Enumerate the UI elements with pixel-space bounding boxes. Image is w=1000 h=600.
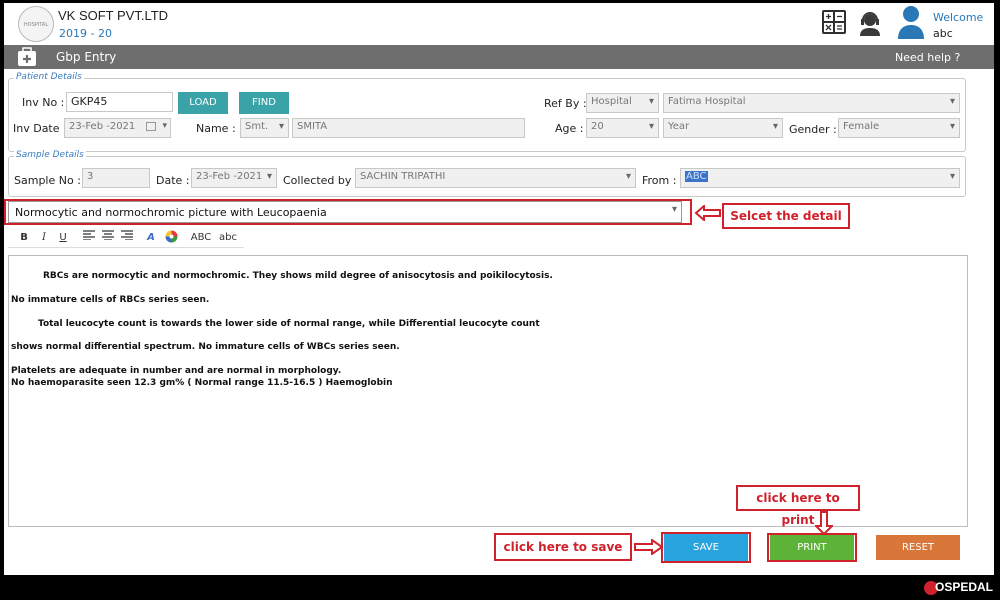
logo-text: HOSPITAL [23, 22, 49, 28]
calculator-icon[interactable] [821, 9, 847, 37]
editor-line: Platelets are adequate in number and are… [11, 366, 342, 376]
align-left-icon[interactable] [82, 230, 96, 246]
italic-button[interactable]: I [37, 230, 51, 246]
from-value: ABC [685, 171, 708, 182]
patient-details-legend: Patient Details [14, 72, 84, 82]
app-window: HOSPITAL VK SOFT PVT.LTD 2019 - 20 Welco… [4, 3, 994, 578]
age-unit-select[interactable]: Year [663, 118, 783, 138]
chevron-down-icon: ▾ [162, 121, 167, 131]
font-icon[interactable]: A [144, 230, 158, 246]
from-label: From : [642, 174, 677, 187]
find-button[interactable]: FIND [239, 92, 289, 114]
user-name: abc [933, 27, 953, 40]
need-help-link[interactable]: Need help ? [895, 51, 960, 64]
template-select-highlight [4, 199, 692, 225]
company-name: VK SOFT PVT.LTD [58, 8, 169, 23]
sample-no-label: Sample No : [14, 174, 81, 187]
ref-by-label: Ref By : [544, 97, 587, 110]
sample-date-label: Date : [156, 174, 190, 187]
financial-year: 2019 - 20 [59, 27, 112, 40]
editor-line: shows normal differential spectrum. No i… [11, 342, 400, 352]
patient-details-group [8, 78, 966, 152]
sample-date-picker[interactable]: 23-Feb -2021 [191, 168, 277, 188]
inv-date-picker[interactable]: 23-Feb -2021 ▾ [64, 118, 171, 138]
inv-no-label: Inv No : [22, 96, 65, 109]
ref-type-select[interactable]: Hospital [586, 93, 659, 113]
sample-no-input[interactable]: 3 [82, 168, 150, 188]
align-center-icon[interactable] [101, 230, 115, 246]
underline-button[interactable]: U [56, 230, 70, 246]
editor-line: RBCs are normocytic and normochromic. Th… [43, 271, 553, 281]
age-select[interactable]: 20 [586, 118, 659, 138]
load-button[interactable]: LOAD [178, 92, 228, 114]
lowercase-button[interactable]: abc [217, 230, 239, 246]
select-annotation: Selcet the detail [722, 203, 850, 229]
sample-details-legend: Sample Details [14, 150, 86, 160]
hospital-logo: HOSPITAL [18, 6, 54, 42]
editor-line: No haemoparasite seen 12.3 gm% ( Normal … [11, 378, 393, 388]
spellcheck-button[interactable]: ABC [189, 230, 213, 246]
bold-button[interactable]: B [17, 230, 31, 246]
from-select[interactable]: ABC [680, 168, 960, 188]
save-annotation: click here to save [494, 533, 632, 561]
arrow-left-icon [694, 203, 722, 224]
brand-name: OSPEDAL [935, 580, 994, 594]
inv-date-label: Inv Date : [13, 122, 67, 135]
color-picker-icon[interactable] [163, 230, 179, 246]
calendar-icon[interactable] [146, 122, 156, 131]
welcome-label: Welcome [933, 11, 984, 24]
medical-kit-icon [16, 47, 38, 70]
inv-date-value: 23-Feb -2021 [69, 121, 136, 132]
collected-by-select[interactable]: SACHIN TRIPATHI [355, 168, 636, 188]
user-avatar-icon[interactable] [897, 5, 925, 39]
arrow-right-icon [634, 538, 664, 558]
title-select[interactable]: Smt. [240, 118, 289, 138]
status-bar: OSPEDAL [0, 575, 1000, 600]
page-title: Gbp Entry [56, 50, 117, 64]
inv-no-input[interactable]: GKP45 [66, 92, 173, 112]
editor-line: No immature cells of RBCs series seen. [11, 295, 210, 305]
print-annotation: click here to print [736, 485, 860, 527]
age-label: Age : [555, 122, 584, 135]
gender-label: Gender : [789, 123, 837, 136]
name-label: Name : [196, 122, 236, 135]
title-bar: Gbp Entry Need help ? [4, 45, 994, 69]
collected-by-label: Collected by : [283, 174, 359, 187]
ref-name-select[interactable]: Fatima Hospital [663, 93, 960, 113]
top-bar: HOSPITAL VK SOFT PVT.LTD 2019 - 20 Welco… [4, 3, 994, 43]
print-button-highlight [767, 533, 857, 562]
save-button-highlight [661, 532, 751, 563]
reset-button[interactable]: RESET [876, 535, 960, 560]
support-headset-icon[interactable] [857, 9, 883, 37]
align-right-icon[interactable] [120, 230, 134, 246]
gender-select[interactable]: Female [838, 118, 960, 138]
editor-line: Total leucocyte count is towards the low… [38, 319, 540, 329]
patient-name-input[interactable]: SMITA [292, 118, 525, 138]
